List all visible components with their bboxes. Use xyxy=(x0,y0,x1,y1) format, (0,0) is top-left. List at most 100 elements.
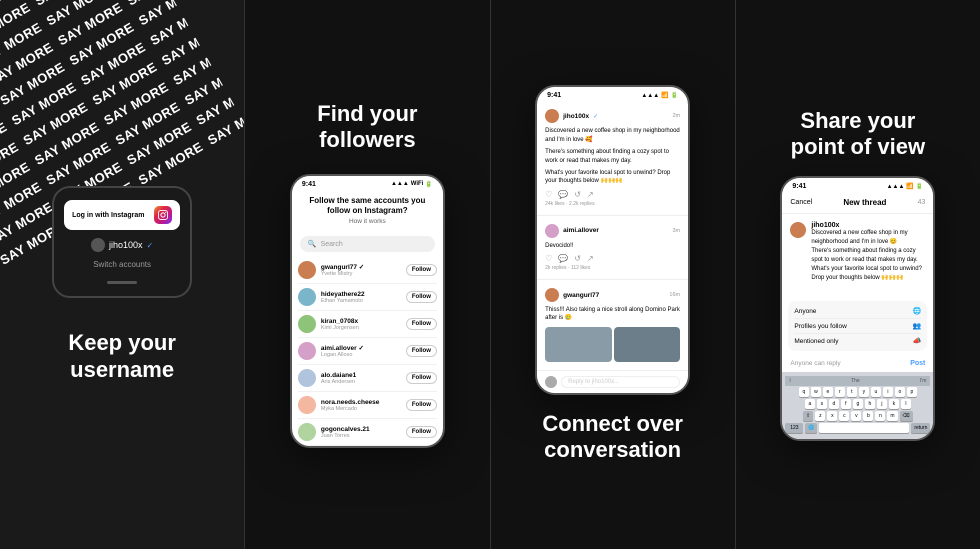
user-info: hideyathere22 Ethan Yamamoto xyxy=(321,291,401,304)
key-numbers[interactable]: 123 xyxy=(785,423,803,433)
follow-button[interactable]: Follow xyxy=(406,264,437,276)
list-item: kiran_0708x Kimi Jorgensen Follow xyxy=(298,311,437,338)
key-a[interactable]: a xyxy=(805,399,815,409)
follow-button[interactable]: Follow xyxy=(406,345,437,357)
key-p[interactable]: p xyxy=(907,387,917,397)
key-l[interactable]: l xyxy=(901,399,911,409)
reply-option-anyone[interactable]: Anyone 🌐 xyxy=(794,304,921,319)
avatar xyxy=(298,288,316,306)
follow-button[interactable]: Follow xyxy=(406,426,437,438)
key-o[interactable]: o xyxy=(895,387,905,397)
key-e[interactable]: e xyxy=(823,387,833,397)
new-thread-phone-mockup: 9:41 ▲▲▲📶🔋 Cancel New thread 43 jiho100x… xyxy=(780,176,935,441)
composer-meta: jiho100x Discovered a new coffee shop in… xyxy=(811,222,925,283)
key-x[interactable]: x xyxy=(827,411,837,421)
reply-option-mentioned[interactable]: Mentioned only 📣 xyxy=(794,334,921,348)
key-f[interactable]: f xyxy=(841,399,851,409)
reply-input[interactable]: Reply to jiho100x... xyxy=(561,376,680,388)
follow-button[interactable]: Follow xyxy=(406,291,437,303)
how-it-works[interactable]: How it works xyxy=(302,218,433,225)
comment-icon[interactable]: 💬 xyxy=(558,254,568,263)
post-time: 2m xyxy=(672,113,680,119)
follow-button[interactable]: Follow xyxy=(406,318,437,330)
key-g[interactable]: g xyxy=(853,399,863,409)
list-item: aimi.allover ✓ Logan Alloso Follow xyxy=(298,338,437,365)
key-return[interactable]: return xyxy=(911,423,930,433)
reply-username: gwangurl77 xyxy=(563,292,599,299)
avatar xyxy=(298,369,316,387)
user-row: jiho100x ✓ xyxy=(91,238,153,252)
composer-text[interactable]: Discovered a new coffee shop in my neigh… xyxy=(811,229,925,247)
share-icon[interactable]: ↗ xyxy=(587,190,594,199)
key-z[interactable]: z xyxy=(815,411,825,421)
follow-button[interactable]: Follow xyxy=(406,399,437,411)
composer-text3[interactable]: What's your favorite local spot to unwin… xyxy=(811,265,925,283)
share-icon[interactable]: ↗ xyxy=(587,254,594,263)
key-q[interactable]: q xyxy=(799,387,809,397)
user-info: kiran_0708x Kimi Jorgensen xyxy=(321,318,401,331)
follow-header: Follow the same accounts you follow on I… xyxy=(292,190,443,232)
key-r[interactable]: r xyxy=(835,387,845,397)
status-bar: 9:41 ▲▲▲📶🔋 xyxy=(782,178,933,192)
follow-list: gwangurl77 ✓ Yvette Mistry Follow hideya… xyxy=(292,257,443,446)
reply-actions: ♡ 💬 ↺ ↗ xyxy=(545,254,680,263)
username: kiran_0708x xyxy=(321,318,401,325)
panel2-title: Find your followers xyxy=(317,101,417,154)
display-name: Logan Alloso xyxy=(321,352,401,358)
username: hideyathere22 xyxy=(321,291,401,298)
list-item: nora.needs.cheese Myka Mercado Follow xyxy=(298,392,437,419)
autocomplete-bar: I The I'm xyxy=(785,376,930,386)
verified-icon: ✓ xyxy=(593,113,598,120)
comment-icon[interactable]: 💬 xyxy=(558,190,568,199)
key-d[interactable]: d xyxy=(829,399,839,409)
status-time: 9:41 xyxy=(792,183,806,190)
repost-icon[interactable]: ↺ xyxy=(574,254,581,263)
username-label: jiho100x xyxy=(109,240,143,250)
key-u[interactable]: u xyxy=(871,387,881,397)
reply-header: aimi.allover 3m xyxy=(545,224,680,238)
key-s[interactable]: s xyxy=(817,399,827,409)
search-bar[interactable]: 🔍 Search xyxy=(300,236,435,252)
key-t[interactable]: t xyxy=(847,387,857,397)
key-shift[interactable]: ⇧ xyxy=(803,411,813,421)
reply-avatar xyxy=(545,288,559,302)
post-avatar xyxy=(545,109,559,123)
heart-icon[interactable]: ♡ xyxy=(545,190,552,199)
display-name: Juan Torres xyxy=(321,433,401,439)
repost-icon[interactable]: ↺ xyxy=(574,190,581,199)
key-n[interactable]: n xyxy=(875,411,885,421)
key-b[interactable]: b xyxy=(863,411,873,421)
key-j[interactable]: j xyxy=(877,399,887,409)
key-space[interactable] xyxy=(819,423,909,433)
switch-accounts-link[interactable]: Switch accounts xyxy=(93,260,151,269)
reply-post-1: aimi.allover 3m Devocido!! ♡ 💬 ↺ ↗ 2k re… xyxy=(537,216,688,280)
reply-images xyxy=(545,327,680,362)
key-k[interactable]: k xyxy=(889,399,899,409)
keyboard-row-3: ⇧ z x c v b n m ⌫ xyxy=(785,411,930,421)
follow-button[interactable]: Follow xyxy=(406,372,437,384)
key-delete[interactable]: ⌫ xyxy=(900,411,913,421)
composer-text2[interactable]: There's something about finding a cozy s… xyxy=(811,247,925,265)
login-label: Log in with Instagram xyxy=(72,212,144,219)
post-button[interactable]: Post xyxy=(910,360,925,367)
status-icons: ▲▲▲📶🔋 xyxy=(887,183,924,190)
reply-counts: 2k replies · 112 likes xyxy=(545,265,680,271)
status-time: 9:41 xyxy=(302,181,316,188)
avatar xyxy=(298,342,316,360)
status-icons: ▲▲▲📶🔋 xyxy=(641,92,678,99)
key-v[interactable]: v xyxy=(851,411,861,421)
cancel-button[interactable]: Cancel xyxy=(790,199,812,206)
key-h[interactable]: h xyxy=(865,399,875,409)
key-emoji[interactable]: 🌐 xyxy=(805,423,817,433)
reply-option-following[interactable]: Profiles you follow 👥 xyxy=(794,319,921,334)
key-w[interactable]: w xyxy=(811,387,821,397)
post-actions: ♡ 💬 ↺ ↗ xyxy=(545,190,680,199)
key-c[interactable]: c xyxy=(839,411,849,421)
login-instagram-button[interactable]: Log in with Instagram xyxy=(64,200,180,230)
key-y[interactable]: y xyxy=(859,387,869,397)
key-m[interactable]: m xyxy=(887,411,897,421)
reply-text: Devocido!! xyxy=(545,242,680,250)
heart-icon[interactable]: ♡ xyxy=(545,254,552,263)
username: alo.daiane1 xyxy=(321,372,401,379)
key-i[interactable]: i xyxy=(883,387,893,397)
